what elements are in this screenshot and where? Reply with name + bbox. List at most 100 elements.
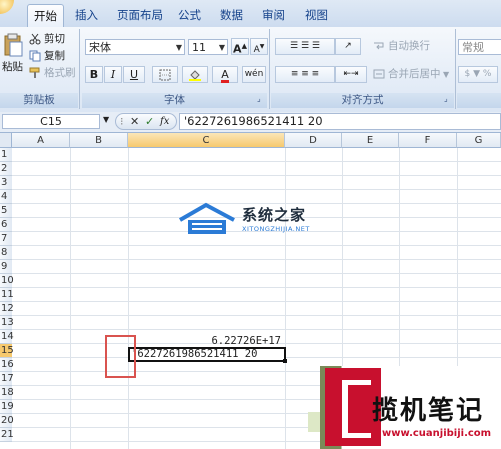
row-header-8[interactable]: 8 bbox=[0, 246, 12, 260]
grid-line bbox=[12, 329, 501, 330]
row-header-6[interactable]: 6 bbox=[0, 218, 12, 232]
dialog-launcher-icon[interactable]: ⌟ bbox=[257, 94, 261, 103]
indent-buttons[interactable]: ⇤⇥ bbox=[335, 66, 367, 83]
tab-page-layout[interactable]: 页面布局 bbox=[111, 4, 169, 26]
format-painter-icon bbox=[29, 67, 40, 78]
tab-home[interactable]: 开始 bbox=[27, 4, 64, 27]
cut-button[interactable]: 剪切 bbox=[29, 31, 65, 48]
cancel-icon[interactable]: ✕ bbox=[130, 114, 139, 129]
name-box[interactable]: C15 bbox=[2, 114, 100, 129]
paste-icon bbox=[4, 33, 23, 57]
tab-data[interactable]: 数据 bbox=[214, 4, 249, 26]
row-header-2[interactable]: 2 bbox=[0, 162, 12, 176]
insert-function-icon[interactable]: fx bbox=[160, 114, 169, 129]
tab-formulas[interactable]: 公式 bbox=[172, 4, 207, 26]
font-label-text: 字体 bbox=[164, 94, 185, 106]
row-header-3[interactable]: 3 bbox=[0, 176, 12, 190]
currency-button[interactable]: $ ▼ % bbox=[458, 66, 498, 83]
font-color-button[interactable]: A bbox=[212, 66, 238, 83]
clipboard-group: 粘贴 剪切 复制 格式刷 剪贴板 bbox=[0, 27, 78, 112]
column-header-f[interactable]: F bbox=[399, 133, 457, 148]
underline-button[interactable]: U bbox=[123, 66, 145, 83]
group-divider bbox=[79, 29, 80, 109]
column-header-g[interactable]: G bbox=[457, 133, 501, 148]
column-header-b[interactable]: B bbox=[70, 133, 128, 148]
grid-line bbox=[12, 189, 501, 190]
formula-input[interactable]: '6227261986521411 20 bbox=[179, 113, 501, 130]
watermark2-title: 揽机笔记 bbox=[372, 396, 485, 426]
paste-button[interactable]: 粘贴 bbox=[2, 31, 24, 81]
font-name-select[interactable]: 宋体 ▼ bbox=[85, 39, 185, 55]
copy-icon bbox=[29, 50, 41, 62]
merge-icon bbox=[373, 69, 385, 79]
cut-label: 剪切 bbox=[44, 33, 65, 45]
watermark-cuanjibiji: 揽机笔记 www.cuanjibiji.com bbox=[320, 366, 501, 449]
horizontal-align-buttons[interactable]: ≡ ≡ ≡ bbox=[275, 66, 335, 83]
office-button[interactable] bbox=[0, 0, 14, 14]
format-painter-button[interactable]: 格式刷 bbox=[29, 65, 76, 82]
ribbon: 粘贴 剪切 复制 格式刷 剪贴板 宋体 ▼ 11 ▼ A▲ A▼ B I U A w… bbox=[0, 27, 501, 113]
chevron-down-icon[interactable]: ▼ bbox=[103, 115, 109, 124]
wrap-text-button[interactable]: 自动换行 bbox=[373, 38, 430, 55]
column-header-e[interactable]: E bbox=[342, 133, 399, 148]
font-name-value: 宋体 bbox=[89, 41, 111, 54]
merge-center-button[interactable]: 合并后居中 ▼ bbox=[373, 66, 449, 83]
grid-line bbox=[12, 273, 501, 274]
row-header-21[interactable]: 21 bbox=[0, 428, 14, 442]
row-header-14[interactable]: 14 bbox=[0, 330, 14, 344]
tab-review[interactable]: 审阅 bbox=[256, 4, 291, 26]
row-header-15[interactable]: 15 bbox=[0, 344, 14, 358]
name-box-value: C15 bbox=[40, 115, 62, 128]
paste-label: 粘贴 bbox=[2, 61, 23, 73]
column-header-a[interactable]: A bbox=[12, 133, 70, 148]
row-header-20[interactable]: 20 bbox=[0, 414, 14, 428]
group-divider bbox=[455, 29, 456, 109]
alignment-label-text: 对齐方式 bbox=[341, 94, 384, 106]
select-all-corner[interactable] bbox=[0, 133, 12, 148]
row-header-5[interactable]: 5 bbox=[0, 204, 12, 218]
font-group-label: 字体 bbox=[82, 93, 267, 108]
grow-font-glyph: A bbox=[233, 42, 242, 56]
row-header-17[interactable]: 17 bbox=[0, 372, 14, 386]
font-size-value: 11 bbox=[192, 41, 206, 54]
font-size-select[interactable]: 11 ▼ bbox=[188, 39, 228, 55]
formula-buttons: ⁝ ✕ ✓ fx bbox=[115, 113, 177, 130]
row-header-4[interactable]: 4 bbox=[0, 190, 12, 204]
copy-button[interactable]: 复制 bbox=[29, 48, 65, 65]
row-header-10[interactable]: 10 bbox=[0, 274, 14, 288]
tab-insert[interactable]: 插入 bbox=[69, 4, 104, 26]
number-format-select[interactable]: 常规 bbox=[458, 39, 501, 55]
italic-button[interactable]: I bbox=[104, 66, 122, 83]
cell-c15-active[interactable]: '6227261986521411 20 bbox=[128, 347, 286, 362]
fill-handle[interactable] bbox=[283, 359, 287, 363]
row-header-7[interactable]: 7 bbox=[0, 232, 12, 246]
column-header-c[interactable]: C bbox=[128, 133, 285, 148]
row-header-1[interactable]: 1 bbox=[0, 148, 12, 162]
logo-bracket-icon bbox=[342, 380, 371, 438]
row-header-9[interactable]: 9 bbox=[0, 260, 12, 274]
column-header-d[interactable]: D bbox=[285, 133, 342, 148]
borders-button[interactable] bbox=[152, 66, 178, 83]
shrink-font-button[interactable]: A▼ bbox=[250, 38, 268, 55]
row-header-19[interactable]: 19 bbox=[0, 400, 14, 414]
grid-line bbox=[285, 148, 286, 449]
grow-font-button[interactable]: A▲ bbox=[231, 38, 249, 56]
fill-color-button[interactable] bbox=[182, 66, 208, 83]
orientation-button[interactable]: ↗ bbox=[335, 38, 361, 55]
row-header-11[interactable]: 11 bbox=[0, 288, 14, 302]
row-header-18[interactable]: 18 bbox=[0, 386, 14, 400]
tab-view[interactable]: 视图 bbox=[299, 4, 334, 26]
row-header-16[interactable]: 16 bbox=[0, 358, 14, 372]
cell-c14[interactable]: 6.22726E+17 bbox=[128, 334, 285, 348]
enter-check-icon[interactable]: ✓ bbox=[145, 114, 154, 129]
bold-button[interactable]: B bbox=[85, 66, 103, 83]
row-header-12[interactable]: 12 bbox=[0, 302, 14, 316]
dialog-launcher-icon[interactable]: ⌟ bbox=[444, 94, 448, 103]
formula-bar: C15 ▼ ⁝ ✕ ✓ fx '6227261986521411 20 bbox=[0, 112, 501, 133]
row-header-13[interactable]: 13 bbox=[0, 316, 14, 330]
watermark-xitongzhijia: 系统之家 XITONGZHIJIA.NET bbox=[176, 200, 326, 244]
vertical-align-buttons[interactable]: ☰ ☰ ☰ bbox=[275, 38, 335, 55]
font-group: 宋体 ▼ 11 ▼ A▲ A▼ B I U A wén 字体 ⌟ bbox=[82, 27, 268, 112]
chevron-down-icon: ▼ bbox=[175, 43, 182, 52]
phonetic-button[interactable]: wén bbox=[242, 66, 266, 83]
